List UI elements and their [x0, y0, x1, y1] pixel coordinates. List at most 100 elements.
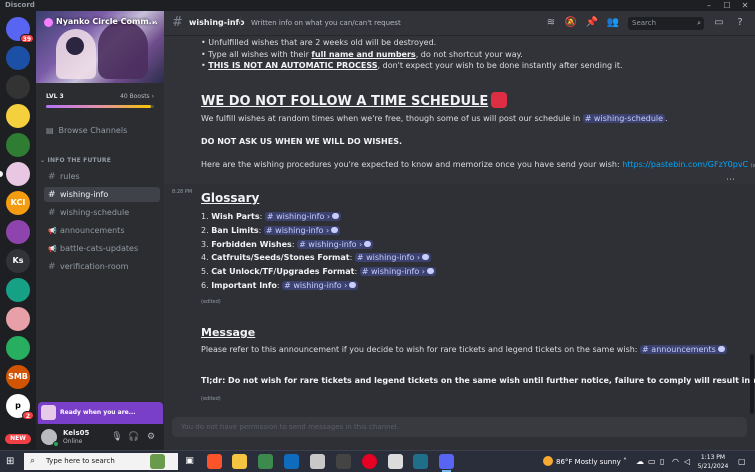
server-icon-server-11[interactable] — [6, 307, 30, 331]
steam-icon[interactable] — [336, 454, 351, 469]
search-icon: ⌕ — [697, 19, 701, 27]
glossary-item: 1. Wish Parts: # wishing-info › — [201, 212, 342, 221]
active-server-pill — [0, 171, 3, 177]
server-icon-server-4[interactable] — [6, 104, 30, 128]
app-icon[interactable] — [413, 454, 428, 469]
server-label: Ks — [12, 256, 24, 265]
network-icon[interactable]: ▭ — [648, 457, 656, 466]
wifi-icon[interactable]: ◠ — [672, 457, 679, 466]
pinterest-icon[interactable] — [362, 454, 377, 469]
search-input[interactable]: Search ⌕ — [628, 17, 704, 30]
server-icon-server-12[interactable] — [6, 336, 30, 360]
store-icon[interactable] — [258, 454, 273, 469]
help-icon[interactable]: ? — [733, 16, 747, 30]
message-hover-row — [164, 184, 755, 450]
channel-mention[interactable]: # wishing-info › — [282, 281, 359, 290]
scrollbar[interactable] — [750, 354, 754, 414]
inbox-icon[interactable]: ▭ — [712, 16, 726, 30]
channel-label: rules — [60, 172, 80, 181]
discord-taskbar-icon[interactable] — [439, 454, 454, 472]
channel-sidebar: Nyanko Circle Comm... ⌄ LVL 3 40 Boosts … — [36, 11, 164, 450]
channel-mention[interactable]: # wishing-info › — [263, 225, 341, 235]
message-timestamp[interactable]: 8:28 PM — [172, 189, 192, 195]
channel-topic[interactable]: Written info on what you can/can't reque… — [251, 19, 401, 27]
microphone-icon[interactable]: 🎙 — [111, 431, 123, 443]
mention-badge: 39 — [19, 34, 34, 43]
boost-count: 40 Boosts › — [120, 93, 154, 100]
channel-mention[interactable]: # wishing-info › — [359, 267, 436, 277]
notifications-icon[interactable]: ▢ — [738, 457, 746, 466]
server-header[interactable]: Nyanko Circle Comm... ⌄ — [42, 16, 160, 29]
taskbar-clock[interactable]: 1:13 PM 5/21/2024 — [696, 453, 730, 471]
maximize-icon[interactable]: ☐ — [718, 0, 736, 11]
chevron-down-icon[interactable]: ⌄ — [150, 16, 158, 26]
glossary-item: 2. Ban Limits: # wishing-info › — [201, 225, 341, 235]
channel-mention[interactable]: # wishing-info › — [264, 212, 342, 221]
threads-icon[interactable]: ≋ — [544, 16, 558, 30]
member-list-icon[interactable]: 👥 — [606, 16, 620, 30]
hash-icon: # — [48, 172, 56, 182]
battery-icon[interactable]: ▯ — [660, 457, 664, 466]
browse-channels[interactable]: ▤ Browse Channels — [46, 126, 158, 138]
server-avatar — [6, 307, 30, 331]
ready-avatar — [41, 405, 56, 420]
channel-verification-room[interactable]: # verification-room — [44, 259, 160, 274]
server-icon-server-10[interactable] — [6, 278, 30, 302]
close-icon[interactable]: ✕ — [736, 0, 754, 11]
windows-start-icon[interactable]: ⊞ — [6, 456, 18, 468]
weather-widget[interactable]: 86°F Mostly sunny — [543, 456, 621, 466]
channel-name: wishing-info — [189, 18, 245, 27]
server-icon-server-13[interactable]: SMB — [6, 365, 30, 389]
server-name: Nyanko Circle Comm... — [56, 17, 158, 26]
channel-mention[interactable]: # wishing-info › — [354, 253, 432, 263]
pin-icon[interactable]: 📌 — [585, 16, 599, 30]
cloud-icon[interactable]: ☁ — [636, 457, 644, 466]
notification-bell-icon[interactable]: 🔕 — [564, 16, 578, 30]
channel-mention[interactable]: # wishing-schedule — [582, 114, 666, 123]
channel-category[interactable]: ⌄ INFO THE FUTURE — [40, 157, 111, 164]
server-avatar — [6, 162, 30, 186]
app-icon[interactable] — [388, 454, 403, 469]
server-icon-server-14[interactable]: p2 — [6, 394, 34, 420]
server-label: SMB — [8, 372, 28, 381]
file-explorer-icon[interactable] — [232, 454, 247, 469]
server-icon-server-7[interactable]: KCI — [6, 191, 30, 215]
gear-icon[interactable]: ⚙ — [145, 431, 157, 443]
more-options-icon[interactable]: ⋯ — [726, 175, 735, 185]
ready-banner[interactable]: Ready when you are... — [38, 402, 163, 424]
server-icon-server-2[interactable] — [6, 46, 30, 70]
channel-wishing-schedule[interactable]: # wishing-schedule — [44, 205, 160, 220]
paragraph: We fulfill wishes at random times when w… — [201, 114, 668, 123]
outlook-icon[interactable] — [284, 454, 299, 469]
channel-battle-cats-updates[interactable]: 📢 battle-cats-updates — [44, 241, 160, 256]
server-avatar — [6, 278, 30, 302]
server-icon-server-3[interactable] — [6, 75, 30, 99]
server-icon-Ks[interactable]: Ks — [6, 249, 30, 273]
headphones-icon[interactable]: 🎧 — [128, 431, 140, 443]
server-icon-home[interactable]: 39 — [6, 17, 34, 43]
chevron-up-icon[interactable]: ˄ — [623, 457, 627, 466]
server-icon-server-8[interactable] — [6, 220, 30, 244]
brave-browser-icon[interactable] — [207, 454, 222, 469]
boost-bar — [46, 105, 154, 108]
heading-schedule: WE DO NOT FOLLOW A TIME SCHEDULE — [201, 92, 508, 109]
username: Kels05 — [63, 429, 90, 437]
app-icon[interactable] — [310, 454, 325, 469]
server-avatar — [6, 133, 30, 157]
volume-icon[interactable]: ◁ — [684, 457, 690, 466]
channel-mention[interactable]: # wishing-info › — [297, 239, 374, 249]
channel-wishing-info[interactable]: # wishing-info — [44, 187, 160, 202]
channel-rules[interactable]: # rules — [44, 169, 160, 184]
server-icon-nyanko-circle[interactable] — [0, 162, 30, 186]
search-highlight-icon[interactable] — [150, 454, 165, 469]
browse-channels-label: Browse Channels — [58, 126, 128, 135]
channel-mention[interactable]: # announcements — [640, 345, 727, 354]
channel-label: wishing-schedule — [60, 208, 130, 217]
channel-announcements[interactable]: 📢 announcements — [44, 223, 160, 238]
rule-line: • Unfulfilled wishes that are 2 weeks ol… — [201, 38, 437, 47]
task-view-icon[interactable]: ▣ — [182, 454, 197, 469]
server-icon-server-5[interactable] — [6, 133, 30, 157]
hash-icon: # — [48, 208, 56, 218]
minimize-icon[interactable]: – — [700, 0, 718, 11]
pastebin-link[interactable]: https://pastebin.com/GFzY0pvC — [622, 160, 748, 169]
